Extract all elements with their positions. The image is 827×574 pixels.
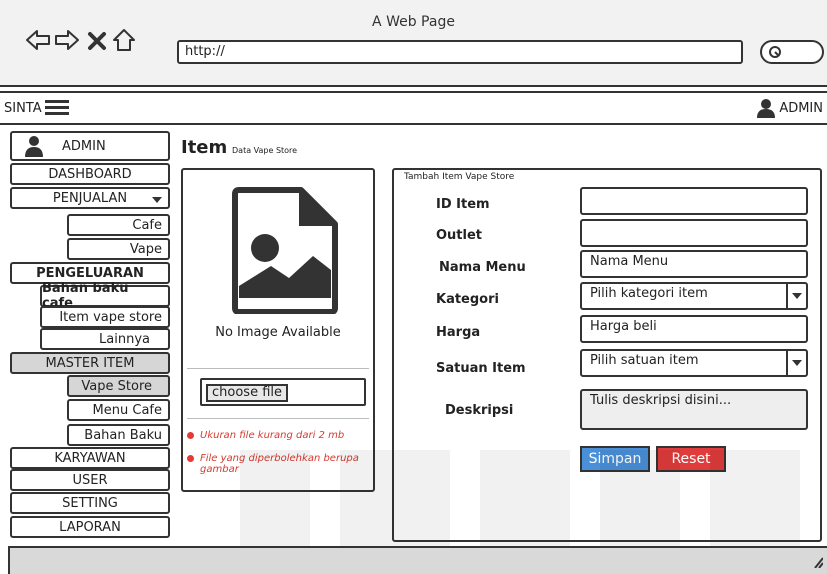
user-icon	[25, 136, 43, 157]
label-deskripsi: Deskripsi	[445, 403, 514, 418]
image-placeholder-icon	[232, 187, 338, 314]
satuan-item-select[interactable]: Pilih satuan item	[580, 349, 808, 377]
label-satuan-item: Satuan Item	[436, 361, 526, 376]
back-arrow-icon[interactable]	[25, 27, 51, 53]
sidebar-item-lainnya[interactable]: Lainnya	[40, 328, 170, 350]
forward-arrow-icon[interactable]	[54, 27, 80, 53]
profile-name: ADMIN	[62, 138, 106, 154]
sidebar-profile[interactable]: ADMIN	[10, 131, 170, 161]
nama-menu-input[interactable]: Nama Menu	[580, 250, 808, 278]
status-bar	[8, 546, 827, 574]
outlet-input[interactable]	[580, 219, 808, 247]
divider	[187, 368, 369, 369]
sidebar-item-bahan-baku-cafe[interactable]: Bahan baku cafe	[40, 281, 170, 311]
id-item-input[interactable]	[580, 187, 808, 215]
sidebar-item-setting[interactable]: SETTING	[10, 492, 170, 514]
harga-input[interactable]: Harga beli	[580, 315, 808, 343]
home-icon[interactable]	[111, 27, 137, 53]
sidebar-item-karyawan[interactable]: KARYAWAN	[10, 447, 170, 469]
chevron-down-icon[interactable]	[786, 351, 806, 375]
label-outlet: Outlet	[436, 228, 483, 243]
brand-name: SINTA	[4, 100, 42, 116]
deskripsi-textarea[interactable]: Tulis deskripsi disini...	[580, 389, 808, 430]
address-bar[interactable]: http://	[177, 40, 743, 64]
app-header: SINTA ADMIN	[0, 91, 827, 125]
resize-handle-icon[interactable]	[813, 556, 823, 568]
brand[interactable]: SINTA	[4, 99, 70, 117]
satuan-item-value: Pilih satuan item	[590, 353, 699, 368]
chevron-down-icon[interactable]	[786, 284, 806, 308]
kategori-select[interactable]: Pilih kategori item	[580, 282, 808, 310]
search-button[interactable]	[760, 40, 824, 64]
form-title: Tambah Item Vape Store	[404, 172, 515, 182]
user-name: ADMIN	[779, 100, 823, 116]
bullet-dot-icon	[187, 432, 194, 439]
file-input[interactable]: choose file	[200, 378, 366, 406]
user-menu[interactable]: ADMIN	[756, 98, 823, 118]
kategori-value: Pilih kategori item	[590, 286, 708, 301]
sidebar-item-label: PENJUALAN	[52, 190, 128, 206]
page-title: Item	[181, 137, 228, 158]
no-image-label: No Image Available	[215, 325, 341, 340]
label-kategori: Kategori	[436, 292, 499, 307]
label-id-item: ID Item	[436, 197, 490, 212]
chevron-down-icon	[152, 197, 162, 203]
sidebar-item-user[interactable]: USER	[10, 469, 170, 491]
sidebar-item-item-vape-store[interactable]: Item vape store	[40, 306, 170, 328]
sidebar-item-vape[interactable]: Vape	[67, 238, 170, 260]
user-icon	[757, 99, 776, 118]
bullet-dot-icon	[187, 455, 194, 462]
search-icon	[769, 46, 781, 58]
sidebar-item-laporan[interactable]: LAPORAN	[10, 516, 170, 538]
label-nama-menu: Nama Menu	[439, 260, 526, 275]
sidebar-item-penjualan[interactable]: PENJUALAN	[10, 187, 170, 209]
hamburger-menu-icon[interactable]	[44, 99, 70, 117]
sidebar-item-cafe[interactable]: Cafe	[67, 214, 170, 236]
sidebar-item-vape-store[interactable]: Vape Store	[67, 375, 170, 397]
sidebar-item-dashboard[interactable]: DASHBOARD	[10, 163, 170, 185]
choose-file-button[interactable]: choose file	[206, 384, 288, 402]
close-x-icon[interactable]	[86, 27, 108, 53]
sidebar-item-master-item[interactable]: MASTER ITEM	[10, 352, 170, 374]
watermark-graphic	[240, 450, 800, 550]
label-harga: Harga	[436, 325, 481, 340]
browser-chrome: A Web Page http://	[0, 0, 827, 87]
page-subtitle: Data Vape Store	[232, 146, 298, 155]
sidebar-item-bahan-baku[interactable]: Bahan Baku	[67, 424, 170, 446]
sidebar-item-menu-cafe[interactable]: Menu Cafe	[67, 399, 170, 421]
divider	[187, 418, 369, 419]
